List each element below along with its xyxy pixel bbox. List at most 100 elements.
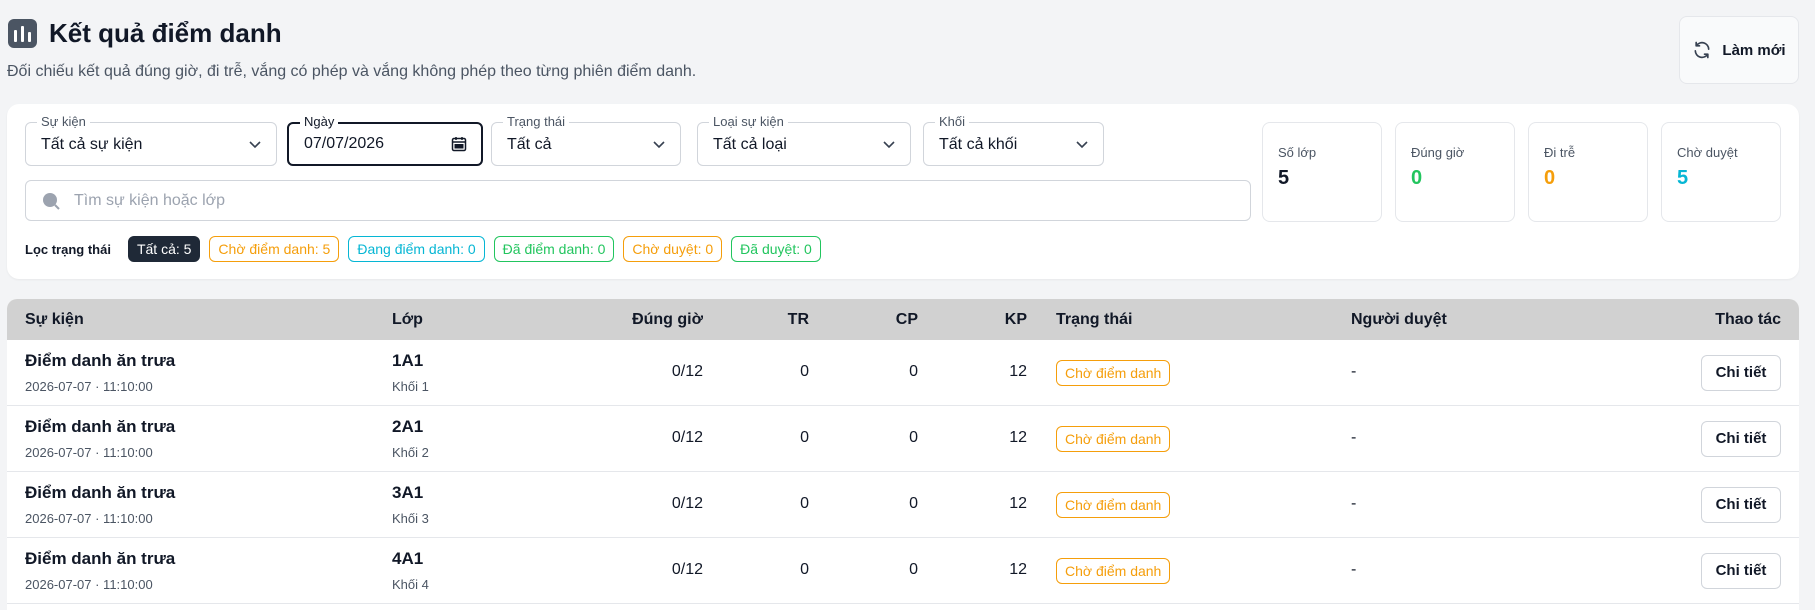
event-name: Điểm danh ăn trưa — [25, 483, 176, 502]
status-select[interactable]: Trạng thái Tất cả — [491, 114, 681, 166]
tr-value: 0 — [800, 363, 809, 380]
refresh-button[interactable]: Làm mới — [1679, 16, 1799, 84]
col-class: Lớp — [392, 311, 423, 328]
col-actions: Thao tác — [1715, 311, 1781, 328]
kp-value: 12 — [1009, 561, 1027, 578]
approver-value: - — [1351, 363, 1357, 380]
bar-chart-icon — [8, 19, 37, 48]
detail-button[interactable]: Chi tiết — [1701, 355, 1781, 391]
stat-label: Đi trễ — [1544, 145, 1576, 160]
table-row: Điểm danh ăn trưa 2026-07-07 · 11:10:00 … — [7, 406, 1799, 472]
stat-on-time: Đúng giờ 0 — [1395, 122, 1515, 222]
stat-late: Đi trễ 0 — [1528, 122, 1648, 222]
cp-value: 0 — [909, 429, 918, 446]
tr-value: 0 — [800, 429, 809, 446]
detail-button[interactable]: Chi tiết — [1701, 421, 1781, 457]
kp-value: 12 — [1009, 429, 1027, 446]
page-subtitle: Đối chiếu kết quả đúng giờ, đi trễ, vắng… — [7, 63, 697, 80]
col-approver: Người duyệt — [1351, 311, 1447, 328]
class-name: 3A1 — [392, 483, 424, 502]
on-time-value: 0/12 — [671, 561, 703, 578]
stat-value: 5 — [1677, 167, 1689, 189]
class-name: 2A1 — [392, 417, 424, 436]
on-time-value: 0/12 — [671, 363, 703, 380]
stat-class-count: Số lớp 5 — [1262, 122, 1382, 222]
event-type-select-label: Loại sự kiện — [709, 114, 788, 130]
event-select-value: Tất cả sự kiện — [41, 136, 143, 153]
tr-value: 0 — [800, 495, 809, 512]
detail-button[interactable]: Chi tiết — [1701, 487, 1781, 523]
class-grade: Khối 3 — [392, 511, 429, 526]
event-select[interactable]: Sự kiện Tất cả sự kiện — [25, 114, 277, 166]
approver-value: - — [1351, 495, 1357, 512]
chip-pending-approval[interactable]: Chờ duyệt: 0 — [623, 236, 723, 262]
chip-all[interactable]: Tất cả: 5 — [127, 236, 201, 262]
chevron-down-icon — [653, 141, 665, 149]
search-input[interactable] — [74, 189, 1224, 213]
status-select-value: Tất cả — [507, 136, 552, 153]
calendar-icon[interactable] — [451, 136, 467, 152]
chevron-down-icon — [883, 141, 895, 149]
grade-select[interactable]: Khối Tất cả khối — [923, 114, 1104, 166]
cp-value: 0 — [909, 363, 918, 380]
date-input[interactable]: Ngày 07/07/2026 — [287, 114, 483, 166]
status-select-label: Trạng thái — [503, 114, 570, 130]
stat-value: 0 — [1544, 167, 1556, 189]
date-input-value: 07/07/2026 — [304, 135, 385, 152]
event-time: 2026-07-07 · 11:10:00 — [25, 577, 153, 592]
page-title: Kết quả điểm danh — [49, 18, 282, 48]
approver-value: - — [1351, 429, 1357, 446]
date-input-label: Ngày — [300, 114, 339, 130]
chip-approved[interactable]: Đã duyệt: 0 — [731, 236, 821, 262]
class-grade: Khối 1 — [392, 379, 429, 394]
event-type-select-value: Tất cả loại — [713, 136, 787, 153]
table-header: Sự kiện Lớp Đúng giờ TR CP KP Trạng thái… — [7, 299, 1799, 340]
stat-label: Số lớp — [1278, 145, 1317, 160]
page-header: Kết quả điểm danh Đối chiếu kết quả đúng… — [0, 0, 1815, 100]
on-time-value: 0/12 — [671, 495, 703, 512]
tr-value: 0 — [800, 561, 809, 578]
table-row: Điểm danh ăn trưa 2026-07-07 · 11:10:00 … — [7, 340, 1799, 406]
table-row: Điểm danh ăn trưa 2026-07-07 · 11:10:00 … — [7, 538, 1799, 604]
stat-label: Đúng giờ — [1411, 145, 1465, 160]
status-filter-chips: Lọc trạng thái Tất cả: 5 Chờ điểm danh: … — [25, 236, 830, 262]
stat-value: 0 — [1411, 167, 1423, 189]
cp-value: 0 — [909, 495, 918, 512]
col-on-time: Đúng giờ — [632, 311, 703, 328]
event-time: 2026-07-07 · 11:10:00 — [25, 379, 153, 394]
status-badge: Chờ điểm danh — [1056, 492, 1171, 518]
kp-value: 12 — [1009, 495, 1027, 512]
chevron-down-icon — [1076, 141, 1088, 149]
class-name: 1A1 — [392, 351, 424, 370]
refresh-label: Làm mới — [1722, 41, 1786, 59]
status-badge: Chờ điểm danh — [1056, 360, 1171, 386]
event-time: 2026-07-07 · 11:10:00 — [25, 511, 153, 526]
class-name: 4A1 — [392, 549, 424, 568]
stat-pending-approval: Chờ duyệt 5 — [1661, 122, 1781, 222]
title-row: Kết quả điểm danh — [8, 18, 282, 49]
table-row: Điểm danh ăn trưa 2026-07-07 · 11:10:00 … — [7, 472, 1799, 538]
class-grade: Khối 2 — [392, 445, 429, 460]
event-time: 2026-07-07 · 11:10:00 — [25, 445, 153, 460]
chip-completed[interactable]: Đã điểm danh: 0 — [493, 236, 615, 262]
stat-value: 5 — [1278, 167, 1290, 189]
status-filter-label: Lọc trạng thái — [25, 241, 111, 257]
grade-select-value: Tất cả khối — [939, 136, 1018, 153]
kp-value: 12 — [1009, 363, 1027, 380]
search-box[interactable] — [25, 180, 1251, 221]
col-event: Sự kiện — [25, 311, 84, 328]
stat-label: Chờ duyệt — [1677, 145, 1738, 160]
event-name: Điểm danh ăn trưa — [25, 549, 176, 568]
chevron-down-icon — [249, 141, 261, 149]
event-name: Điểm danh ăn trưa — [25, 351, 176, 370]
search-icon — [43, 193, 60, 210]
filter-panel: Sự kiện Tất cả sự kiện Ngày 07/07/2026 T… — [7, 104, 1799, 279]
chip-pending-attendance[interactable]: Chờ điểm danh: 5 — [209, 236, 340, 262]
event-select-label: Sự kiện — [37, 114, 90, 130]
event-type-select[interactable]: Loại sự kiện Tất cả loại — [697, 114, 911, 166]
chip-in-progress[interactable]: Đang điểm danh: 0 — [348, 236, 485, 262]
detail-button[interactable]: Chi tiết — [1701, 553, 1781, 589]
results-table: Sự kiện Lớp Đúng giờ TR CP KP Trạng thái… — [7, 299, 1799, 610]
cp-value: 0 — [909, 561, 918, 578]
event-name: Điểm danh ăn trưa — [25, 417, 176, 436]
